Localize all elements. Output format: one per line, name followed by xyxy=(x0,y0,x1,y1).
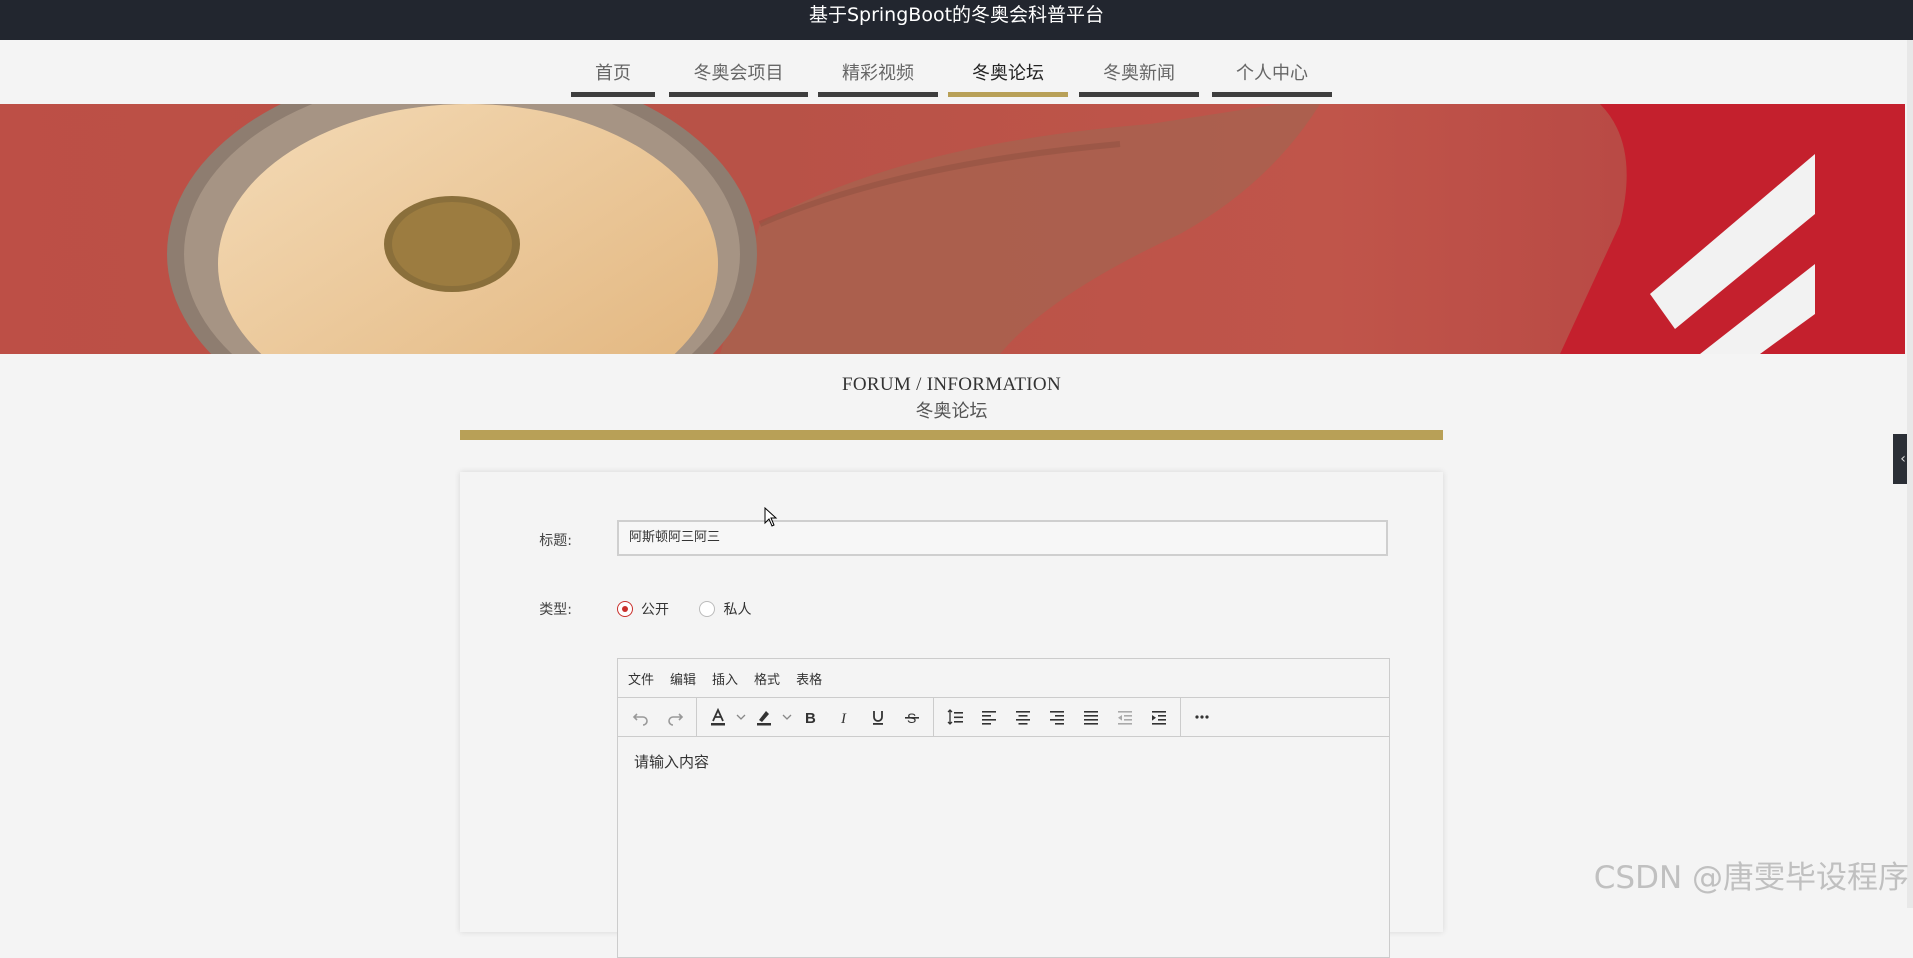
radio-circle-icon xyxy=(617,601,633,617)
radio-public-label: 公开 xyxy=(641,602,669,618)
svg-text:I: I xyxy=(840,711,847,726)
nav-item-profile[interactable]: 个人中心 xyxy=(1212,56,1332,97)
nav-item-forum[interactable]: 冬奥论坛 xyxy=(948,56,1068,97)
undo-icon[interactable] xyxy=(624,702,658,732)
radio-private[interactable]: 私人 xyxy=(699,599,751,619)
type-label: 类型: xyxy=(539,602,572,618)
nav-item-projects[interactable]: 冬奥会项目 xyxy=(669,56,808,97)
scrollbar[interactable] xyxy=(1907,40,1913,908)
title-input[interactable]: 阿斯顿阿三阿三 xyxy=(617,520,1388,556)
nav-label: 精彩视频 xyxy=(842,63,914,84)
align-right-icon[interactable] xyxy=(1040,702,1074,732)
underline-icon[interactable] xyxy=(861,702,895,732)
nav-label: 个人中心 xyxy=(1236,63,1308,84)
section-divider xyxy=(460,430,1443,440)
main-nav: 首页 冬奥会项目 精彩视频 冬奥论坛 冬奥新闻 个人中心 xyxy=(0,40,1908,104)
nav-item-videos[interactable]: 精彩视频 xyxy=(818,56,938,97)
chevron-left-icon: ‹ xyxy=(1900,451,1906,467)
nav-label: 冬奥新闻 xyxy=(1103,63,1175,84)
toolbar-separator xyxy=(696,698,697,736)
align-left-icon[interactable] xyxy=(972,702,1006,732)
radio-private-label: 私人 xyxy=(723,602,752,618)
editor-toolbar: B I S xyxy=(618,698,1389,737)
app-title: 基于SpringBoot的冬奥会科普平台 xyxy=(808,4,1105,26)
mouse-cursor-icon xyxy=(764,507,778,527)
more-options-icon[interactable] xyxy=(1185,702,1219,732)
chevron-down-icon[interactable] xyxy=(735,712,747,722)
indent-icon[interactable] xyxy=(1142,702,1176,732)
banner-image xyxy=(0,104,1905,354)
align-center-icon[interactable] xyxy=(1006,702,1040,732)
nav-item-home[interactable]: 首页 xyxy=(571,56,655,97)
rich-text-editor: 文件 编辑 插入 格式 表格 B I S 请输入内容 xyxy=(617,658,1390,958)
chevron-down-icon[interactable] xyxy=(781,712,793,722)
discus-illustration xyxy=(167,104,1905,354)
italic-icon[interactable]: I xyxy=(827,702,861,732)
forum-post-form: 标题: 阿斯顿阿三阿三 类型: 公开 私人 文件 编辑 插入 格式 表格 B I… xyxy=(460,472,1443,958)
section-title-zh: 冬奥论坛 xyxy=(915,401,988,422)
menu-table[interactable]: 表格 xyxy=(796,669,822,688)
strikethrough-icon[interactable]: S xyxy=(895,702,929,732)
nav-label: 冬奥论坛 xyxy=(972,63,1044,84)
toolbar-separator xyxy=(1180,698,1181,736)
align-justify-icon[interactable] xyxy=(1074,702,1108,732)
menu-insert[interactable]: 插入 xyxy=(712,669,738,688)
toolbar-separator xyxy=(933,698,934,736)
editor-content[interactable]: 请输入内容 xyxy=(618,737,1389,786)
bold-icon[interactable]: B xyxy=(793,702,827,732)
highlight-color-icon[interactable] xyxy=(747,702,781,732)
section-title-en: FORUM / INFORMATION xyxy=(842,374,1061,395)
redo-icon[interactable] xyxy=(658,702,692,732)
text-color-icon[interactable] xyxy=(701,702,735,732)
radio-circle-icon xyxy=(699,601,716,617)
watermark: CSDN @唐雯毕设程序 xyxy=(1593,860,1909,896)
menu-edit[interactable]: 编辑 xyxy=(670,669,696,688)
nav-label: 首页 xyxy=(595,63,631,84)
menu-format[interactable]: 格式 xyxy=(754,669,780,688)
menu-file[interactable]: 文件 xyxy=(628,669,654,688)
outdent-icon[interactable] xyxy=(1108,702,1142,732)
svg-text:B: B xyxy=(805,710,816,726)
nav-item-news[interactable]: 冬奥新闻 xyxy=(1079,56,1199,97)
editor-menubar: 文件 编辑 插入 格式 表格 xyxy=(618,659,1389,698)
nav-label: 冬奥会项目 xyxy=(693,63,784,84)
type-radio-group: 公开 私人 xyxy=(617,599,777,621)
app-title-bar: 基于SpringBoot的冬奥会科普平台 xyxy=(0,0,1913,40)
radio-public[interactable]: 公开 xyxy=(617,599,669,619)
title-label: 标题: xyxy=(539,533,572,549)
line-height-icon[interactable] xyxy=(938,702,972,732)
